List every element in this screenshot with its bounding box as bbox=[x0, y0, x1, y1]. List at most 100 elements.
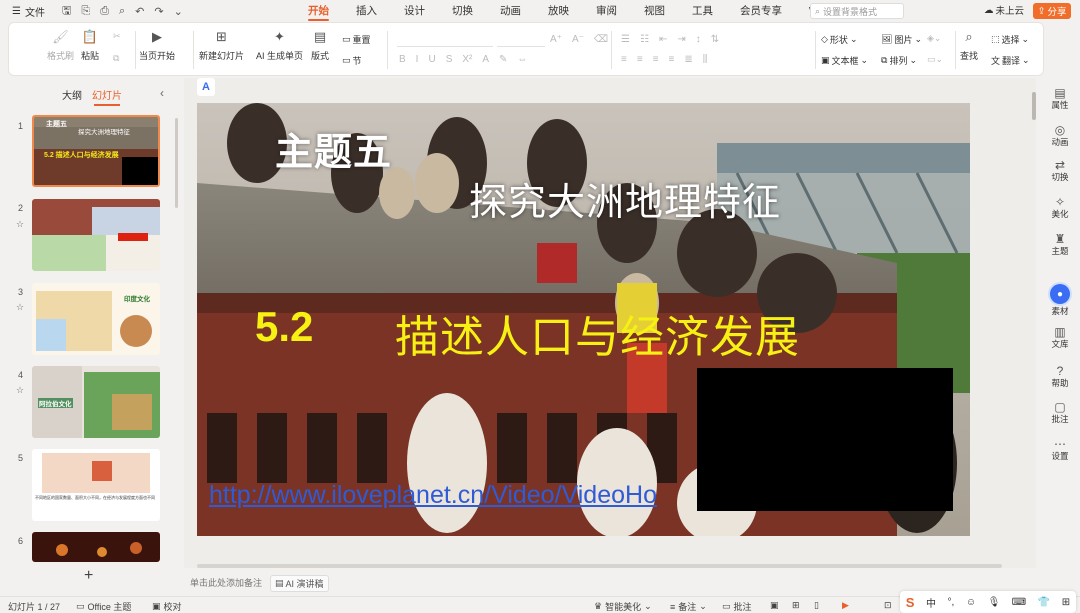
tab-9[interactable]: 会员专享 bbox=[732, 0, 790, 22]
horizontal-scrollbar[interactable] bbox=[197, 564, 1002, 568]
file-menu[interactable]: ☰ 文件 bbox=[0, 4, 58, 19]
section-title[interactable]: 描述人口与经济发展 bbox=[395, 301, 800, 365]
side-tool-5[interactable]: ● 素材 bbox=[1044, 284, 1076, 317]
slide-thumbnail-2[interactable] bbox=[32, 199, 160, 271]
tab-5[interactable]: 放映 bbox=[540, 0, 577, 22]
redo-icon[interactable]: ↷ bbox=[154, 5, 163, 18]
keyboard-icon[interactable]: ⌨ bbox=[1012, 597, 1026, 608]
new-slide-button[interactable]: ⊞ 新建幻灯片 bbox=[199, 23, 244, 62]
print-preview-icon[interactable]: ⌕ bbox=[119, 5, 125, 18]
undo-icon[interactable]: ↶ bbox=[135, 5, 144, 18]
video-link[interactable]: http://www.iloveplanet.cn/Video/VideoHo bbox=[209, 481, 657, 510]
indent-decrease-icon[interactable]: ⇤ bbox=[659, 34, 667, 45]
paste-button[interactable]: 📋 粘贴 bbox=[81, 23, 99, 62]
line-spacing-icon[interactable]: ↕ bbox=[696, 34, 701, 45]
add-slide-button[interactable]: + bbox=[84, 567, 93, 585]
normal-view-icon[interactable]: ▣ bbox=[770, 600, 779, 611]
superscript-icon[interactable]: X² bbox=[462, 54, 472, 65]
share-button[interactable]: ⇪ 分享 bbox=[1033, 3, 1071, 19]
export-icon[interactable]: ⎘ bbox=[81, 5, 90, 18]
skin-icon[interactable]: 👕 bbox=[1038, 597, 1050, 608]
align-right-icon[interactable]: ≡ bbox=[653, 54, 659, 65]
slide-title[interactable]: 主题五 bbox=[275, 121, 392, 176]
tab-7[interactable]: 视图 bbox=[636, 0, 673, 22]
punctuation-icon[interactable]: °, bbox=[948, 597, 955, 608]
tab-8[interactable]: 工具 bbox=[684, 0, 721, 22]
side-tool-3[interactable]: ✧ 美化 bbox=[1044, 195, 1076, 220]
text-direction-icon[interactable]: ⇅ bbox=[711, 34, 719, 45]
notes-toggle-button[interactable]: ≡ 备注 ⌄ bbox=[670, 600, 707, 613]
side-tool-6[interactable]: ▥ 文库 bbox=[1044, 325, 1076, 350]
highlight-icon[interactable]: ✎ bbox=[499, 54, 507, 65]
font-family-select[interactable] bbox=[397, 33, 493, 47]
vertical-scrollbar[interactable] bbox=[1032, 92, 1036, 120]
tab-4[interactable]: 动画 bbox=[492, 0, 529, 22]
cut-icon[interactable]: ✂ bbox=[113, 31, 121, 42]
emoji-icon[interactable]: ☺ bbox=[966, 597, 976, 608]
side-tool-7[interactable]: ? 帮助 bbox=[1044, 364, 1076, 389]
fit-window-icon[interactable]: ⊡ bbox=[884, 600, 892, 611]
grid-view-icon[interactable]: ⊞ bbox=[792, 600, 800, 611]
char-spacing-icon[interactable]: ⇔ bbox=[517, 54, 527, 65]
strikethrough-icon[interactable]: S bbox=[446, 54, 453, 65]
font-color-icon[interactable]: A bbox=[482, 54, 489, 65]
reset-button[interactable]: ▭ 重置 bbox=[342, 33, 371, 46]
clear-format-icon[interactable]: ⌫ bbox=[594, 34, 608, 45]
collapse-panel-icon[interactable]: ‹ bbox=[160, 86, 164, 100]
outline-icon[interactable]: ▭⌄ bbox=[927, 54, 943, 65]
toolbox-icon[interactable]: ⊞ bbox=[1062, 597, 1070, 608]
panel-scrollbar[interactable] bbox=[175, 118, 178, 208]
tab-0[interactable]: 开始 bbox=[300, 0, 337, 22]
slide-thumbnail-5[interactable]: 不同地区的国家数量、面积大小不同，在经济与发展程度方面也不同 bbox=[32, 449, 160, 521]
star-icon[interactable]: ☆ bbox=[16, 302, 24, 313]
arrange-button[interactable]: ⧉ 排列 ⌄ bbox=[881, 54, 917, 67]
font-size-select[interactable] bbox=[497, 33, 545, 47]
cloud-status[interactable]: ☁ 未上云 bbox=[984, 3, 1024, 18]
align-center-icon[interactable]: ≡ bbox=[637, 54, 643, 65]
star-icon[interactable]: ☆ bbox=[16, 385, 24, 396]
align-left-icon[interactable]: ≡ bbox=[621, 54, 627, 65]
decrease-font-icon[interactable]: A⁻ bbox=[572, 34, 584, 45]
ai-single-page-button[interactable]: ✦ AI 生成单页 bbox=[256, 23, 303, 62]
slide-thumbnail-1[interactable]: 主题五 探究大洲地理特征 5.2 描述人口与经济发展 bbox=[32, 115, 160, 187]
search-box[interactable]: ⌕ 设置背景格式 bbox=[810, 3, 904, 19]
bullet-list-icon[interactable]: ☰ bbox=[621, 34, 630, 45]
star-icon[interactable]: ☆ bbox=[16, 219, 24, 230]
side-tool-8[interactable]: ▢ 批注 bbox=[1044, 400, 1076, 425]
layout-button[interactable]: ▤ 版式 bbox=[311, 23, 329, 62]
microphone-icon[interactable]: 🎙 bbox=[988, 597, 1001, 608]
slideshow-icon[interactable]: ▶ bbox=[842, 600, 849, 611]
tab-outline[interactable]: 大纲 bbox=[62, 87, 82, 102]
section-number[interactable]: 5.2 bbox=[255, 303, 313, 351]
slide-thumbnail-3[interactable]: 印度文化 bbox=[32, 283, 160, 355]
proofread-button[interactable]: ▣ 校对 bbox=[152, 600, 182, 613]
smart-beautify-button[interactable]: ♛ 智能美化 ⌄ bbox=[594, 600, 652, 613]
fill-icon[interactable]: ◈⌄ bbox=[927, 33, 941, 44]
slide-1-canvas[interactable]: 主题五 探究大洲地理特征 5.2 描述人口与经济发展 http://www.il… bbox=[197, 103, 970, 536]
comments-toggle-button[interactable]: ▭ 批注 bbox=[722, 600, 752, 613]
picture-button[interactable]: 🖼 图片 ⌄ bbox=[881, 33, 922, 46]
reading-view-icon[interactable]: ▯ bbox=[814, 600, 819, 611]
slide-thumbnail-6[interactable] bbox=[32, 532, 160, 562]
theme-button[interactable]: ▭ Office 主题 bbox=[76, 600, 131, 613]
shape-button[interactable]: ◇ 形状 ⌄ bbox=[821, 33, 857, 46]
notes-placeholder[interactable]: 单击此处添加备注 bbox=[190, 576, 262, 589]
select-button[interactable]: ⬚ 选择 ⌄ bbox=[991, 33, 1029, 46]
side-tool-2[interactable]: ⇄ 切换 bbox=[1044, 158, 1076, 183]
print-icon[interactable]: ⎙ bbox=[100, 5, 109, 18]
tab-6[interactable]: 审阅 bbox=[588, 0, 625, 22]
section-button[interactable]: ▭ 节 bbox=[342, 54, 362, 67]
tab-3[interactable]: 切换 bbox=[444, 0, 481, 22]
sogou-icon[interactable]: S bbox=[906, 595, 915, 610]
tab-slides[interactable]: 幻灯片 bbox=[92, 87, 122, 106]
ai-speech-button[interactable]: ▤ AI 演讲稿 bbox=[270, 575, 329, 592]
underline-icon[interactable]: U bbox=[428, 54, 435, 65]
indent-increase-icon[interactable]: ⇥ bbox=[677, 34, 685, 45]
bold-icon[interactable]: B bbox=[399, 54, 406, 65]
chevron-down-icon[interactable]: ⌄ bbox=[174, 5, 183, 18]
side-tool-1[interactable]: ◎ 动画 bbox=[1044, 123, 1076, 148]
number-list-icon[interactable]: ☷ bbox=[640, 34, 649, 45]
ime-language[interactable]: 中 bbox=[926, 595, 936, 610]
translate-button[interactable]: 文翻译 ⌄ bbox=[991, 54, 1030, 67]
find-button[interactable]: ⌕ 查找 bbox=[960, 23, 978, 62]
